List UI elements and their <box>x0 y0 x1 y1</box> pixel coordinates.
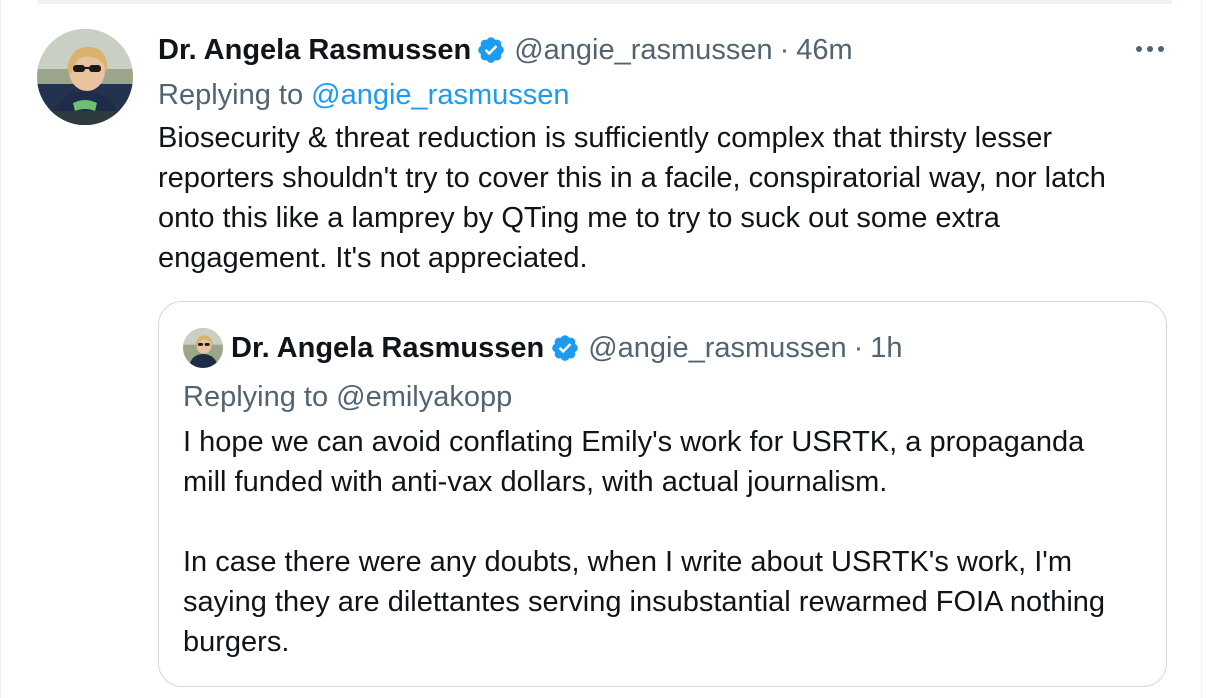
quoted-author-name: Dr. Angela Rasmussen <box>231 331 545 364</box>
verified-badge-icon <box>550 333 580 363</box>
verified-badge-icon <box>476 35 506 65</box>
right-border <box>1201 0 1202 698</box>
quoted-replying-to: Replying to @emilyakopp <box>183 381 513 413</box>
author-name[interactable]: Dr. Angela Rasmussen <box>158 34 471 67</box>
quoted-timestamp: 1h <box>870 331 903 364</box>
quoted-tweet-text: I hope we can avoid conflating Emily's w… <box>183 426 1106 658</box>
tweet: Dr. Angela Rasmussen @angie_rasmussen · … <box>158 30 1168 278</box>
replying-to-link[interactable]: @angie_rasmussen <box>311 79 569 111</box>
author-handle[interactable]: @angie_rasmussen <box>514 34 772 67</box>
quoted-tweet-header: Dr. Angela Rasmussen @angie_rasmussen · … <box>183 328 1143 368</box>
tweet-header: Dr. Angela Rasmussen @angie_rasmussen · … <box>158 30 1168 70</box>
avatar-image <box>37 29 133 125</box>
avatar[interactable] <box>37 29 133 125</box>
quoted-tweet[interactable]: Dr. Angela Rasmussen @angie_rasmussen · … <box>158 301 1167 687</box>
replying-prefix: Replying to <box>158 79 304 111</box>
tweet-text: Biosecurity & threat reduction is suffic… <box>158 122 1106 274</box>
separator-dot: · <box>779 33 790 66</box>
replying-to: Replying to @angie_rasmussen <box>158 74 1168 116</box>
timestamp[interactable]: 46m <box>796 34 852 67</box>
quoted-avatar <box>183 328 223 368</box>
more-horizontal-icon[interactable] <box>1130 34 1170 64</box>
separator-dot: · <box>853 331 864 364</box>
top-divider <box>38 0 1172 4</box>
quoted-author-handle: @angie_rasmussen <box>588 331 847 364</box>
left-border <box>0 0 1 698</box>
